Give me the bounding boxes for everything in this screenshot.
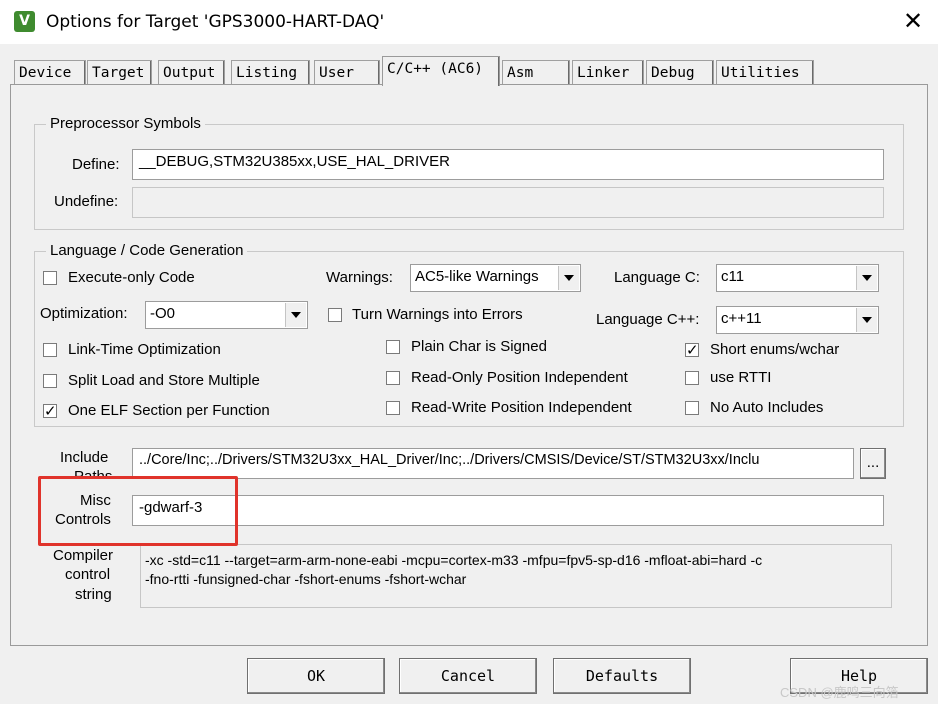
split-load-checkbox[interactable] [43,374,57,388]
keil-uvision-icon: V [14,11,35,32]
include-paths-browse-button[interactable]: ... [860,448,886,479]
tab-target[interactable]: Target [87,60,152,84]
language-c-select[interactable]: c11 [716,264,879,292]
warnings-label: Warnings: [326,269,393,286]
watermark: CSDN @鹿鸣三向箔 [780,685,899,700]
ok-button[interactable]: OK [247,658,385,694]
one-elf-label: One ELF Section per Function [68,402,270,419]
language-c-value: c11 [721,268,745,285]
compiler-control-label-line1: Compiler [53,547,114,564]
use-rtti-label: use RTTI [710,369,772,386]
define-label: Define: [72,156,120,173]
tab-asm[interactable]: Asm [502,60,570,84]
include-paths-label-line1: Include [60,449,109,466]
language-c-label: Language C: [614,269,700,286]
split-load-label: Split Load and Store Multiple [68,372,260,389]
tab-utilities[interactable]: Utilities [716,60,814,84]
tab-debug[interactable]: Debug [646,60,714,84]
rw-pi-label: Read-Write Position Independent [411,399,632,416]
plain-char-label: Plain Char is Signed [411,338,547,355]
close-icon[interactable]: ✕ [898,6,928,36]
ro-pi-checkbox[interactable] [386,371,400,385]
turn-warnings-checkbox[interactable] [328,308,342,322]
tab-device[interactable]: Device [14,60,86,84]
include-paths-input[interactable]: ../Core/Inc;../Drivers/STM32U3xx_HAL_Dri… [132,448,854,479]
lto-checkbox[interactable] [43,343,57,357]
chevron-down-icon[interactable] [558,266,579,290]
preprocessor-group-title: Preprocessor Symbols [46,115,205,132]
language-cpp-value: c++11 [721,310,762,327]
compiler-control-label-line2: control [65,566,111,583]
short-enums-label: Short enums/wchar [710,341,840,358]
compiler-control-string: -xc -std=c11 --target=arm-arm-none-eabi … [140,544,892,608]
execute-only-checkbox[interactable] [43,271,57,285]
no-auto-includes-label: No Auto Includes [710,399,824,416]
chevron-down-icon[interactable] [285,303,306,327]
turn-warnings-label: Turn Warnings into Errors [352,306,523,323]
optimization-value: -O0 [150,305,176,322]
optimization-select[interactable]: -O0 [145,301,308,329]
compiler-control-line2: -fno-rtti -funsigned-char -fshort-enums … [145,571,467,587]
defaults-button[interactable]: Defaults [553,658,691,694]
window-title: Options for Target 'GPS3000-HART-DAQ' [46,12,385,32]
chevron-down-icon[interactable] [856,266,877,290]
cancel-button[interactable]: Cancel [399,658,537,694]
compiler-control-label-line3: string [75,586,112,603]
language-cpp-label: Language C++: [596,311,700,328]
warnings-select[interactable]: AC5-like Warnings [410,264,581,292]
tab-cpp-ac6[interactable]: C/C++ (AC6) [382,56,500,86]
misc-controls-input[interactable]: -gdwarf-3 [132,495,884,526]
plain-char-checkbox[interactable] [386,340,400,354]
undefine-input[interactable] [132,187,884,218]
ro-pi-label: Read-Only Position Independent [411,369,628,386]
short-enums-checkbox[interactable]: ✓ [685,343,699,358]
one-elf-checkbox[interactable]: ✓ [43,404,57,419]
chevron-down-icon[interactable] [856,308,877,332]
lto-label: Link-Time Optimization [68,341,221,358]
rw-pi-checkbox[interactable] [386,401,400,415]
tab-output[interactable]: Output [158,60,225,84]
optimization-label: Optimization: [40,305,128,322]
undefine-label: Undefine: [54,193,119,210]
highlight-annotation [38,476,238,546]
tab-linker[interactable]: Linker [572,60,644,84]
tab-listing[interactable]: Listing [231,60,310,84]
compiler-control-line1: -xc -std=c11 --target=arm-arm-none-eabi … [145,552,763,568]
tab-user[interactable]: User [314,60,380,84]
language-cpp-select[interactable]: c++11 [716,306,879,334]
warnings-value: AC5-like Warnings [415,268,539,285]
execute-only-label: Execute-only Code [68,269,195,286]
use-rtti-checkbox[interactable] [685,371,699,385]
language-group-title: Language / Code Generation [46,242,248,259]
define-input[interactable]: __DEBUG,STM32U385xx,USE_HAL_DRIVER [132,149,884,180]
no-auto-includes-checkbox[interactable] [685,401,699,415]
